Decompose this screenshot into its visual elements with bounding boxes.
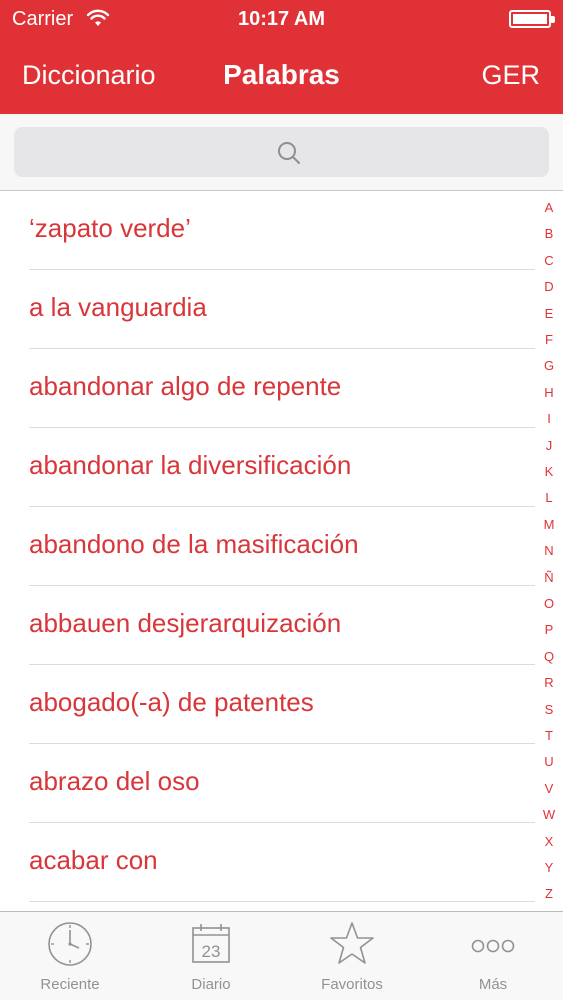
index-letter[interactable]: A xyxy=(535,200,563,216)
index-letter[interactable]: S xyxy=(535,702,563,718)
index-letter[interactable]: Y xyxy=(535,860,563,876)
search-input[interactable] xyxy=(14,127,549,177)
calendar-icon: 23 xyxy=(192,924,230,963)
list-item-label: abandonar algo de repente xyxy=(29,371,342,401)
list-item[interactable]: acabar con xyxy=(0,823,535,902)
list-item-label: ‘zapato verde’ xyxy=(29,213,191,243)
tab-diario[interactable]: 23 Diario xyxy=(141,912,281,1000)
page-title: Palabras xyxy=(223,59,340,90)
index-letter[interactable]: F xyxy=(535,332,563,348)
index-letter[interactable]: Q xyxy=(535,649,563,665)
status-time: 10:17 AM xyxy=(237,8,326,30)
tab-bar: Reciente 23 Diario Favoritos Más xyxy=(0,911,563,1000)
index-letter[interactable]: O xyxy=(535,596,563,612)
list-item[interactable]: abbauen desjerarquización xyxy=(0,586,535,665)
tab-favoritos[interactable]: Favoritos xyxy=(282,912,422,1000)
index-letter[interactable]: K xyxy=(535,464,563,480)
list-item[interactable]: abandonar la diversificación xyxy=(0,428,535,507)
index-letter[interactable]: T xyxy=(535,728,563,744)
search-bar xyxy=(0,114,563,191)
index-letter[interactable]: W xyxy=(535,807,563,823)
index-letter[interactable]: N xyxy=(535,543,563,559)
more-icon xyxy=(471,939,515,953)
tab-label: Favoritos xyxy=(321,976,383,993)
list-item-label: abandono de la masificación xyxy=(29,529,359,559)
index-letter[interactable]: Z xyxy=(535,886,563,902)
index-letter[interactable]: P xyxy=(535,622,563,638)
tab-mas[interactable]: Más xyxy=(423,912,563,1000)
list-item[interactable]: a la vanguardia xyxy=(0,270,535,349)
list-item-label: a la vanguardia xyxy=(29,292,207,322)
list-item[interactable]: abogado(-a) de patentes xyxy=(0,665,535,744)
index-letter[interactable]: L xyxy=(535,490,563,506)
list-item[interactable]: abandonar algo de repente xyxy=(0,349,535,428)
tab-reciente[interactable]: Reciente xyxy=(0,912,140,1000)
status-bar: Carrier 10:17 AM xyxy=(0,0,563,40)
index-letter[interactable]: V xyxy=(535,781,563,797)
star-icon xyxy=(330,922,374,964)
list-item-label: abbauen desjerarquización xyxy=(29,608,342,638)
index-letter[interactable]: E xyxy=(535,306,563,322)
alphabet-index[interactable]: ABCDEFGHIJKLMNÑOPQRSTUVWXYZ xyxy=(535,200,563,912)
list-item-label: abogado(-a) de patentes xyxy=(29,687,314,717)
index-letter[interactable]: U xyxy=(535,754,563,770)
list-item-label: acabar con xyxy=(29,845,158,875)
top-bar: Carrier 10:17 AM Diccionario Palabras GE… xyxy=(0,0,563,114)
row-divider xyxy=(29,901,535,902)
index-letter[interactable]: X xyxy=(535,834,563,850)
language-button[interactable]: GER xyxy=(481,60,540,91)
clock-icon xyxy=(48,922,92,966)
word-list: ‘zapato verde’ a la vanguardia abandonar… xyxy=(0,191,535,911)
tab-label: Diario xyxy=(191,976,231,993)
calendar-day-text: 23 xyxy=(202,942,221,961)
index-letter[interactable]: J xyxy=(535,438,563,454)
list-item[interactable]: abandono de la masificación xyxy=(0,507,535,586)
index-letter[interactable]: M xyxy=(535,517,563,533)
list-item[interactable]: ‘zapato verde’ xyxy=(0,191,535,270)
index-letter[interactable]: B xyxy=(535,226,563,242)
index-letter[interactable]: Ñ xyxy=(535,570,563,586)
list-item[interactable]: abrazo del oso xyxy=(0,744,535,823)
index-letter[interactable]: R xyxy=(535,675,563,691)
list-item-label: abrazo del oso xyxy=(29,766,200,796)
tab-label: Más xyxy=(478,976,508,993)
index-letter[interactable]: H xyxy=(535,385,563,401)
index-letter[interactable]: G xyxy=(535,358,563,374)
list-item-label: abandonar la diversificación xyxy=(29,450,352,480)
search-icon xyxy=(278,142,300,164)
tab-label: Reciente xyxy=(40,976,100,993)
battery-icon xyxy=(509,10,555,28)
index-letter[interactable]: D xyxy=(535,279,563,295)
index-letter[interactable]: I xyxy=(535,411,563,427)
index-letter[interactable]: C xyxy=(535,253,563,269)
